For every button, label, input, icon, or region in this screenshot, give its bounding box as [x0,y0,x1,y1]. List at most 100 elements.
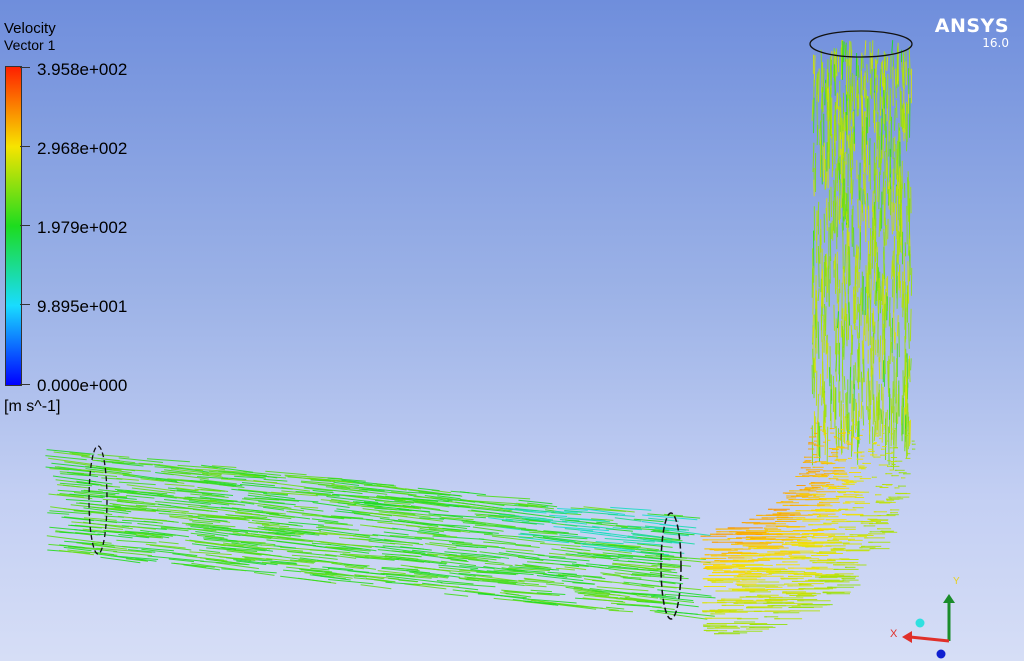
velocity-vector [221,568,277,574]
velocity-vector [850,41,853,57]
velocity-vector [858,393,860,417]
velocity-vector [472,526,504,532]
velocity-vector [879,335,882,363]
velocity-vector [834,202,837,234]
y-axis-label: Y [953,576,960,587]
velocity-vector [897,122,900,157]
velocity-vector [905,61,907,86]
legend-subtitle: Vector 1 [4,37,56,53]
velocity-vector [875,85,878,114]
velocity-vector [888,426,890,466]
velocity-vector [813,97,815,134]
velocity-vector [853,74,855,110]
velocity-vector [847,264,850,295]
velocity-vector [126,495,155,499]
velocity-vector [842,41,845,63]
velocity-vector [817,420,819,456]
velocity-vector [822,145,824,182]
velocity-vector [874,290,876,305]
legend-unit: [m s^-1] [4,398,61,415]
velocity-vector [833,385,836,423]
velocity-vector [417,487,440,492]
velocity-vector [886,409,888,446]
velocity-vector [834,142,836,157]
velocity-vector [812,285,814,315]
velocity-vector [861,371,863,402]
velocity-vector [641,521,679,527]
legend-label-3: 1.979e+002 [37,218,128,237]
velocity-vector [816,124,819,146]
velocity-vector [907,358,910,380]
velocity-vector [444,593,469,597]
velocity-vector [546,583,583,589]
velocity-vector [100,485,121,488]
velocity-vector [834,168,837,207]
velocity-vector [908,46,911,76]
velocity-vector [880,409,883,425]
axis-triad[interactable]: Y X [890,576,960,659]
velocity-vector [851,179,854,200]
velocity-vector [846,100,849,142]
velocity-vector [844,416,846,444]
velocity-vector [869,150,871,190]
velocity-vector [817,288,820,302]
velocity-vector [853,227,855,257]
velocity-vector [857,96,859,116]
velocity-vector [873,272,876,291]
velocity-vector [192,521,214,524]
legend-label-4: 9.895e+001 [37,297,128,316]
velocity-vector [889,156,892,174]
velocity-vector [901,66,904,88]
velocity-vector [873,92,876,133]
velocity-vector [908,198,911,239]
velocity-vector [884,180,886,221]
velocity-vector [897,271,900,291]
ansys-logo: ANSYS 16.0 [935,16,1009,50]
velocity-vector [894,107,896,131]
velocity-vector [901,395,903,424]
velocity-vector [895,100,898,118]
velocity-vector [831,133,833,166]
velocity-vector [65,499,102,503]
velocity-vector [843,333,845,360]
y-axis-arrow [943,594,955,603]
velocity-vector [843,376,846,391]
velocity-vector [891,216,893,235]
velocity-vector [561,580,596,585]
cfd-viewport[interactable]: Y X [0,0,1024,661]
velocity-vector [847,186,850,228]
velocity-vector [866,371,869,386]
legend-color-bar [5,66,22,386]
velocity-vector [869,77,872,96]
velocity-vector [656,610,698,615]
velocity-vector [360,584,392,590]
velocity-vector [875,156,877,176]
velocity-vector [47,512,70,515]
velocity-vector [833,304,835,331]
velocity-vector [837,106,840,125]
velocity-vector [882,134,885,159]
velocity-vector [866,193,869,210]
velocity-vector [835,358,837,372]
legend-label-2: 2.968e+002 [37,139,128,158]
velocity-vector [819,373,822,396]
velocity-vector [547,571,577,575]
velocity-vector [847,135,850,149]
velocity-vector [97,533,133,539]
velocity-vector [909,97,911,138]
velocity-vector [62,484,89,489]
velocity-vector [873,173,876,194]
velocity-vector [873,325,875,364]
velocity-vector [854,362,857,381]
velocity-vector [830,186,832,218]
velocity-vector [870,348,872,370]
velocity-vector [300,507,324,512]
x-axis-arrow [902,631,912,643]
velocity-vector [884,151,886,179]
velocity-vector [822,67,825,93]
legend-tick [20,384,30,385]
velocity-vector [892,263,895,279]
velocity-vector [862,173,865,191]
velocity-vector [850,325,853,343]
velocity-vector [862,327,865,359]
